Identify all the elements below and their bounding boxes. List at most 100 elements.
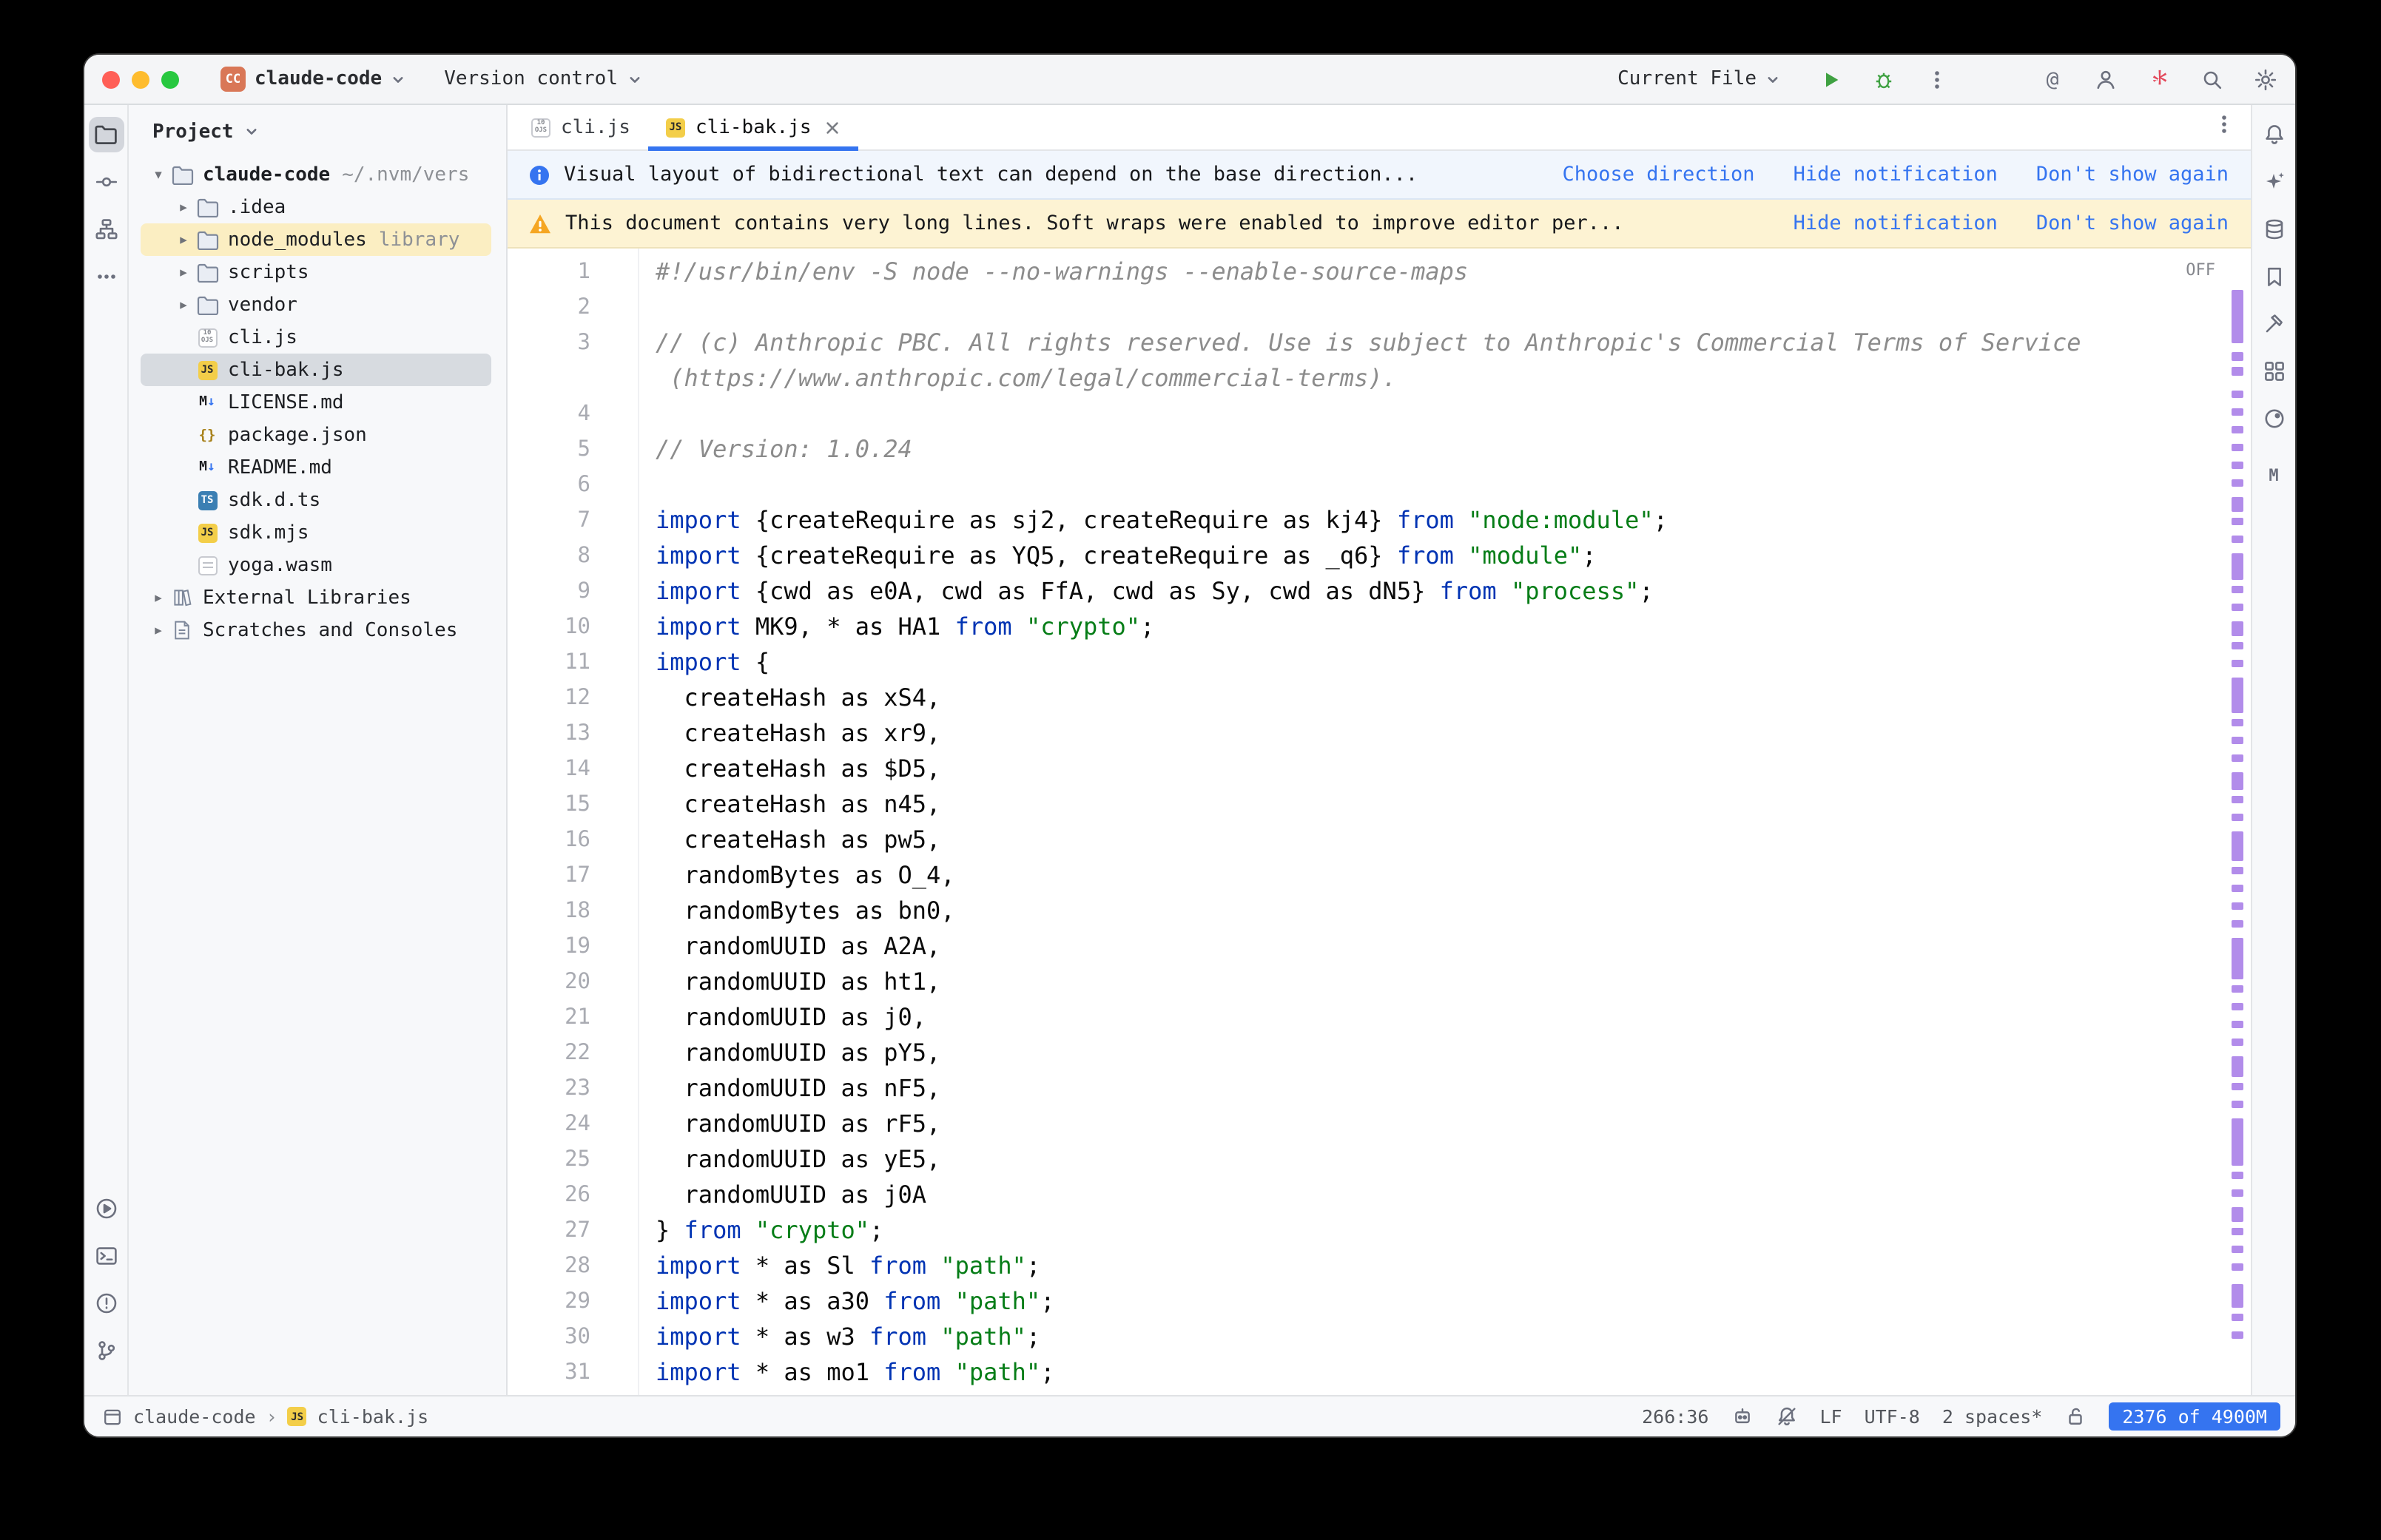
code-text: import { — [656, 645, 769, 680]
encoding-widget[interactable]: UTF-8 — [1865, 1405, 1920, 1428]
vcs-change-marker — [2232, 938, 2243, 979]
code-text: createHash as n45, — [656, 787, 940, 823]
code-text: randomUUID as nF5, — [656, 1071, 940, 1107]
banner-link-choose-direction[interactable]: Choose direction — [1562, 163, 1754, 186]
line-number: 21 — [508, 1000, 611, 1036]
line-number: 14 — [508, 752, 611, 787]
code-line: 29import * as a30 from "path"; — [508, 1284, 2251, 1320]
tree-item-idea[interactable]: ▸.idea — [129, 191, 506, 223]
search-button[interactable] — [2198, 64, 2227, 94]
database-toolwindow-button[interactable] — [2256, 212, 2291, 247]
line-number: 28 — [508, 1249, 611, 1284]
unlock-icon[interactable] — [2064, 1405, 2087, 1428]
notifications-icon — [2262, 123, 2286, 146]
tree-item-vendor[interactable]: ▸vendor — [129, 288, 506, 321]
tree-item-label: External Libraries — [203, 587, 411, 609]
debug-button[interactable] — [1869, 64, 1899, 94]
project-widget[interactable]: CC claude-code — [220, 67, 405, 92]
ai-mention-button[interactable]: @ — [2038, 64, 2067, 94]
tree-item-yoga-wasm[interactable]: yoga.wasm — [129, 549, 506, 581]
tree-chevron-icon: ▾ — [147, 166, 170, 183]
vcs-widget[interactable]: Version control — [444, 68, 641, 90]
search-icon — [2200, 67, 2224, 91]
database-icon — [2262, 217, 2286, 241]
code-line: 14 createHash as $D5, — [508, 752, 2251, 787]
tree-item-sdk-mjs[interactable]: JSsdk.mjs — [129, 516, 506, 549]
commit-toolwindow-button[interactable] — [88, 164, 124, 200]
line-number: 7 — [508, 503, 611, 538]
tree-item-node-modules[interactable]: ▸node_moduleslibrary — [129, 223, 506, 256]
gradle-toolwindow-button[interactable] — [2256, 401, 2291, 436]
project-panel: Project ▾claude-code~/.nvm/vers▸.idea▸no… — [129, 105, 508, 1395]
line-number: 19 — [508, 929, 611, 965]
project-toolwindow-button[interactable] — [88, 117, 124, 152]
statusbar-widgets: 266:36 LF UTF-8 2 spaces* 2376 of 4900M — [1642, 1402, 2280, 1431]
settings-button[interactable] — [2251, 64, 2280, 94]
line-number — [508, 361, 611, 396]
indent-widget[interactable]: 2 spaces* — [1942, 1405, 2042, 1428]
ide-window: CC claude-code Version control Current F… — [83, 53, 2297, 1438]
more-h-toolwindow-button[interactable] — [88, 259, 124, 294]
code-text: import MK9, * as HA1 from "crypto"; — [656, 609, 1154, 645]
highlighting-level-label[interactable]: OFF — [2186, 260, 2215, 280]
code-line: 10import MK9, * as HA1 from "crypto"; — [508, 609, 2251, 645]
tree-item-readme-md[interactable]: M↓README.md — [129, 451, 506, 484]
vcs-change-marker — [2232, 660, 2243, 667]
maven-toolwindow-button[interactable]: M — [2256, 457, 2291, 493]
tree-item-external-libraries[interactable]: ▸External Libraries — [129, 581, 506, 614]
vcs-change-marker — [2232, 444, 2243, 451]
line-separator-widget[interactable]: LF — [1819, 1405, 1842, 1428]
terminal-toolwindow-button[interactable] — [88, 1238, 124, 1274]
updates-button[interactable] — [2144, 64, 2174, 94]
tree-item-sdk-d-ts[interactable]: TSsdk.d.ts — [129, 484, 506, 516]
tab-close-icon[interactable] — [825, 119, 841, 135]
tab-list-button[interactable] — [2212, 112, 2236, 142]
tree-item-scratches-and-consoles[interactable]: ▸Scratches and Consoles — [129, 614, 506, 646]
tree-item-claude-code[interactable]: ▾claude-code~/.nvm/vers — [129, 158, 506, 191]
services-toolwindow-button[interactable] — [88, 1191, 124, 1226]
info-icon — [528, 163, 550, 186]
code-text: randomBytes as bn0, — [656, 894, 955, 929]
banner-link-don-t-show-again[interactable]: Don't show again — [2036, 163, 2229, 186]
bookmarks-toolwindow-button[interactable] — [2256, 259, 2291, 294]
notifications-toolwindow-button[interactable] — [2256, 117, 2291, 152]
line-number: 30 — [508, 1320, 611, 1355]
banner-link-hide-notification[interactable]: Hide notification — [1794, 163, 1998, 186]
build-toolwindow-button[interactable] — [2256, 306, 2291, 342]
vcs-change-marker — [2232, 1314, 2243, 1321]
memory-indicator[interactable]: 2376 of 4900M — [2109, 1402, 2280, 1431]
tree-chevron-icon: ▸ — [172, 264, 195, 280]
minimize-button[interactable] — [132, 70, 149, 88]
problems-toolwindow-button[interactable] — [88, 1286, 124, 1321]
run-configuration-widget[interactable]: Current File — [1617, 68, 1780, 90]
breadcrumb-project[interactable]: claude-code — [133, 1405, 256, 1428]
tab-cli-js[interactable]: 10OJScli.js — [513, 105, 648, 149]
version-control-toolwindow-button[interactable] — [88, 1333, 124, 1368]
inspections-widget-icon[interactable] — [1731, 1405, 1753, 1428]
ai-assistant-toolwindow-button[interactable] — [2256, 164, 2291, 200]
tree-item-package-json[interactable]: {}package.json — [129, 419, 506, 451]
vcs-change-marker — [2232, 1083, 2243, 1090]
code-line: 21 randomUUID as j0, — [508, 1000, 2251, 1036]
banner-link-hide-notification[interactable]: Hide notification — [1794, 212, 1998, 235]
banner-link-don-t-show-again[interactable]: Don't show again — [2036, 212, 2229, 235]
profile-button[interactable] — [2091, 64, 2121, 94]
tree-item-scripts[interactable]: ▸scripts — [129, 256, 506, 288]
more-actions-button[interactable] — [1922, 64, 1952, 94]
dependencies-toolwindow-button[interactable] — [2256, 354, 2291, 389]
breadcrumb-file[interactable]: cli-bak.js — [317, 1405, 429, 1428]
notifications-muted-icon[interactable] — [1775, 1405, 1797, 1428]
zoom-button[interactable] — [161, 70, 179, 88]
close-button[interactable] — [102, 70, 120, 88]
tab-cli-bak-js[interactable]: JScli-bak.js — [648, 105, 859, 149]
tree-item-cli-bak-js[interactable]: JScli-bak.js — [129, 354, 506, 386]
tree-item-label: sdk.mjs — [228, 521, 309, 544]
scrollbar-change-markers[interactable] — [2229, 249, 2248, 1395]
code-editor[interactable]: 1#!/usr/bin/env -S node --no-warnings --… — [508, 249, 2251, 1395]
run-button[interactable] — [1816, 64, 1845, 94]
project-panel-header[interactable]: Project — [129, 105, 506, 158]
tree-item-cli-js[interactable]: 10OJScli.js — [129, 321, 506, 354]
structure-toolwindow-button[interactable] — [88, 212, 124, 247]
caret-position-widget[interactable]: 266:36 — [1642, 1405, 1708, 1428]
tree-item-license-md[interactable]: M↓LICENSE.md — [129, 386, 506, 419]
